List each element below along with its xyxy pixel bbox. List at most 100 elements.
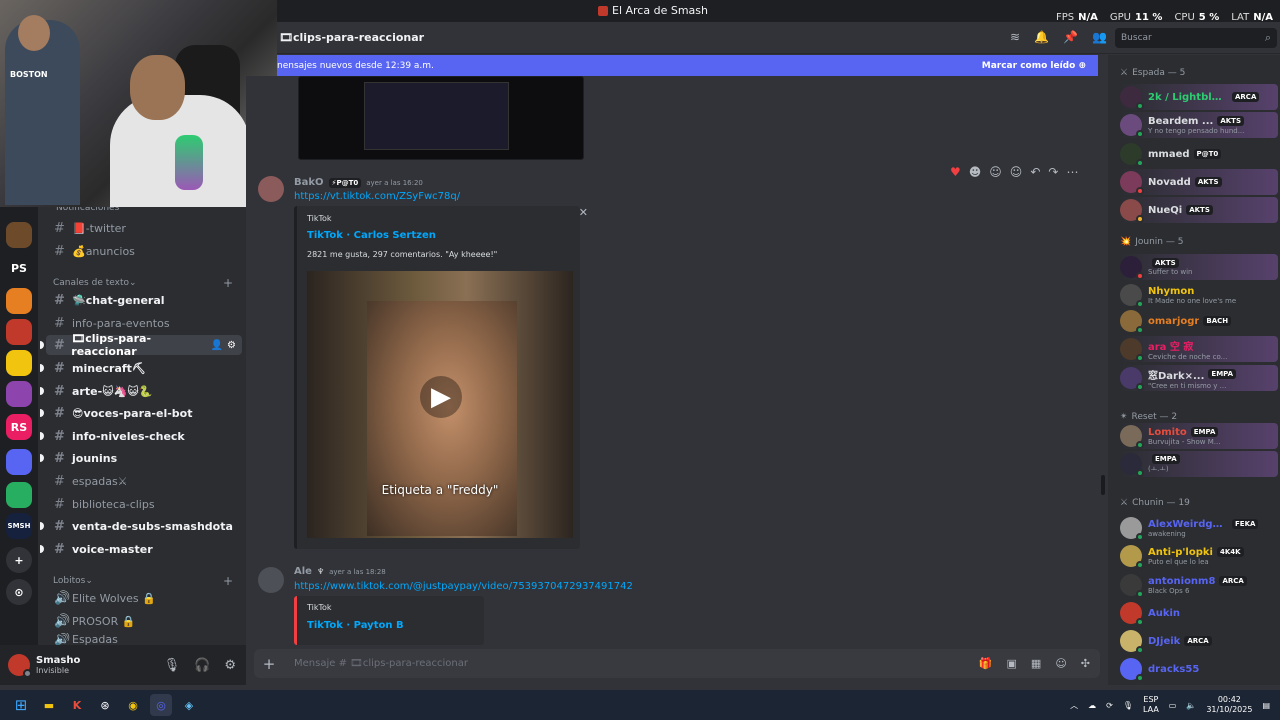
play-icon[interactable]: ▶ — [420, 376, 462, 418]
channel-biblioteca-clips[interactable]: # biblioteca-clips — [46, 494, 242, 514]
member-item[interactable]: 2k / Lightblu... ARCA — [1120, 84, 1278, 110]
member-item[interactable]: Anti-p'lopki 4K4K Puto el que lo lea — [1120, 543, 1278, 569]
embed-title[interactable]: TikTok · Payton B — [307, 620, 404, 631]
discover-servers-button[interactable]: ⊙ — [6, 579, 32, 605]
channel-venta-de-subs[interactable]: # venta-de-subs-smashdota — [40, 516, 242, 536]
member-item[interactable]: dracks55 — [1120, 656, 1278, 682]
channel-arte[interactable]: # arte-😺🦄😺🐍 — [40, 381, 242, 401]
gift-icon[interactable]: 🎁 — [979, 657, 993, 670]
reply-icon[interactable]: ↶ — [1030, 165, 1040, 179]
gif-icon[interactable]: ▣ — [1007, 657, 1017, 670]
previous-embed-image[interactable] — [298, 76, 584, 160]
add-channel-icon[interactable]: + — [223, 574, 233, 588]
channel-jounins[interactable]: # jounins — [40, 448, 242, 468]
voice-channel-prosor[interactable]: 🔊 PROSOR 🔒 — [46, 611, 242, 631]
file-explorer-icon[interactable]: ▬ — [38, 694, 60, 716]
scrollbar[interactable] — [1101, 475, 1105, 495]
channel-chat-general[interactable]: # 🛸chat-general — [46, 290, 242, 310]
apps-icon[interactable]: ✣ — [1081, 657, 1090, 670]
voice-channel-espadas[interactable]: 🔊 Espadas — [46, 633, 242, 645]
threads-icon[interactable]: ≋ — [1010, 30, 1020, 44]
sync-icon[interactable]: ⟳ — [1106, 701, 1113, 710]
avatar[interactable] — [8, 654, 32, 678]
member-item[interactable]: antonionm8 ARCA Black Ops 6 — [1120, 572, 1278, 598]
member-item[interactable]: Nhymon It Made no one love's me — [1120, 282, 1278, 308]
member-item[interactable]: Beardem ... AKTS Y no tengo pensado hund..… — [1120, 112, 1278, 138]
chevron-up-icon[interactable]: ︿ — [1070, 700, 1078, 711]
more-icon[interactable]: ⋯ — [1066, 165, 1078, 179]
member-item[interactable]: Novadd AKTS — [1120, 169, 1278, 195]
channel-espadas[interactable]: # espadas⚔ — [46, 471, 242, 491]
server-icon[interactable] — [6, 288, 32, 314]
search-input[interactable]: Buscar ⌕ — [1115, 28, 1277, 48]
member-item[interactable]: DJjeik ARCA — [1120, 628, 1278, 654]
steam-icon[interactable]: ⊛ — [94, 694, 116, 716]
server-icon[interactable] — [6, 222, 32, 248]
video-player[interactable]: ▶ Etiqueta a "Freddy" — [307, 271, 573, 538]
new-messages-banner[interactable]: nensajes nuevos desde 12:39 a.m. Marcar … — [277, 55, 1098, 76]
server-icon[interactable] — [6, 381, 32, 407]
server-icon[interactable]: PS — [6, 255, 32, 281]
channel-voces-para-el-bot[interactable]: # 😎voces-para-el-bot — [40, 403, 242, 423]
heart-reaction-icon[interactable]: ♥ — [950, 165, 961, 179]
channel-anuncios[interactable]: # 💰anuncios — [46, 241, 242, 261]
discord-icon[interactable]: ◎ — [150, 694, 172, 716]
bell-icon[interactable]: 🔔 — [1034, 30, 1049, 44]
clock[interactable]: 00:42 31/10/2025 — [1206, 695, 1252, 715]
gear-icon[interactable]: ⚙ — [227, 340, 236, 351]
microphone-icon[interactable]: 🎙 — [164, 658, 181, 673]
gear-icon[interactable]: ⚙ — [224, 658, 236, 673]
server-icon[interactable]: RS — [6, 414, 32, 440]
member-item[interactable]: NueQi AKTS — [1120, 197, 1278, 223]
network-icon[interactable]: ▭ — [1169, 701, 1177, 710]
microphone-icon[interactable]: 🎙 — [1123, 701, 1133, 710]
headphones-icon[interactable]: 🎧 — [194, 658, 210, 673]
steam-app-icon[interactable]: ◈ — [178, 694, 200, 716]
channel-info-para-eventos[interactable]: # info-para-eventos — [46, 313, 242, 333]
member-item[interactable]: 窓Dark×... EMPA "Cree en ti mismo y ... — [1120, 365, 1278, 391]
channel-info-niveles-check[interactable]: # info-niveles-check — [40, 426, 242, 446]
add-channel-icon[interactable]: + — [223, 276, 233, 290]
embed-title[interactable]: TikTok · Carlos Sertzen — [307, 230, 436, 241]
reaction-icon[interactable]: ☺ — [989, 165, 1002, 179]
server-icon[interactable] — [6, 319, 32, 345]
windows-start-icon[interactable]: ⊞ — [10, 694, 32, 716]
add-server-button[interactable]: + — [6, 547, 32, 573]
reaction-icon[interactable]: ☻ — [969, 165, 982, 179]
voice-channel-elite-wolves[interactable]: 🔊 Elite Wolves 🔒 — [46, 588, 242, 608]
chrome-icon[interactable]: ◉ — [122, 694, 144, 716]
sticker-icon[interactable]: ▦ — [1031, 657, 1041, 670]
volume-icon[interactable]: 🔈 — [1186, 701, 1196, 710]
close-icon[interactable]: ✕ — [579, 206, 588, 219]
channel-voice-master[interactable]: # voice-master — [40, 539, 242, 559]
avatar[interactable] — [258, 567, 284, 593]
member-item[interactable]: Lomito EMPA Burvujita - Show M... — [1120, 423, 1278, 449]
message-author[interactable]: Ale — [294, 566, 312, 577]
server-icon[interactable] — [6, 482, 32, 508]
category-lobitos[interactable]: Lobitos ⌄ + — [53, 574, 233, 588]
server-icon[interactable] — [6, 449, 32, 475]
member-item[interactable]: AKTS Suffer to win — [1120, 254, 1278, 280]
member-item[interactable]: Aukin — [1120, 600, 1278, 626]
category-canales-de-texto[interactable]: Canales de texto ⌄ + — [53, 276, 233, 290]
server-icon[interactable] — [6, 350, 32, 376]
member-item[interactable]: EMPA (ㅗ.ㅗ) — [1120, 451, 1278, 477]
add-reaction-icon[interactable]: ☺ — [1010, 165, 1023, 179]
app-icon[interactable]: K — [66, 694, 88, 716]
channel-twitter[interactable]: # 📕-twitter — [46, 218, 242, 238]
avatar[interactable] — [258, 176, 284, 202]
language-indicator[interactable]: ESP LAA — [1143, 695, 1159, 715]
cloud-icon[interactable]: ☁ — [1088, 701, 1096, 710]
member-item[interactable]: omarjogr BACH — [1120, 308, 1278, 334]
message-link[interactable]: https://vt.tiktok.com/ZSyFwc78q/ — [294, 191, 460, 202]
attach-button[interactable]: + — [254, 655, 284, 673]
channel-clips-para-reaccionar[interactable]: # 🎞clips-para-reaccionar 👤 ⚙ — [40, 332, 242, 358]
pin-icon[interactable]: 📌 — [1063, 30, 1078, 44]
message-link[interactable]: https://www.tiktok.com/@justpaypay/video… — [294, 581, 633, 592]
message-composer[interactable]: + Mensaje # 🎞clips-para-reaccionar 🎁 ▣ ▦… — [254, 649, 1100, 678]
member-item[interactable]: mmaed P@T0 — [1120, 141, 1278, 167]
server-icon[interactable]: SMSH — [6, 513, 32, 539]
message-author[interactable]: BakO — [294, 177, 324, 188]
member-item[interactable]: ara 空 寂 Ceviche de noche co... — [1120, 336, 1278, 362]
emoji-icon[interactable]: ☺ — [1055, 657, 1066, 670]
